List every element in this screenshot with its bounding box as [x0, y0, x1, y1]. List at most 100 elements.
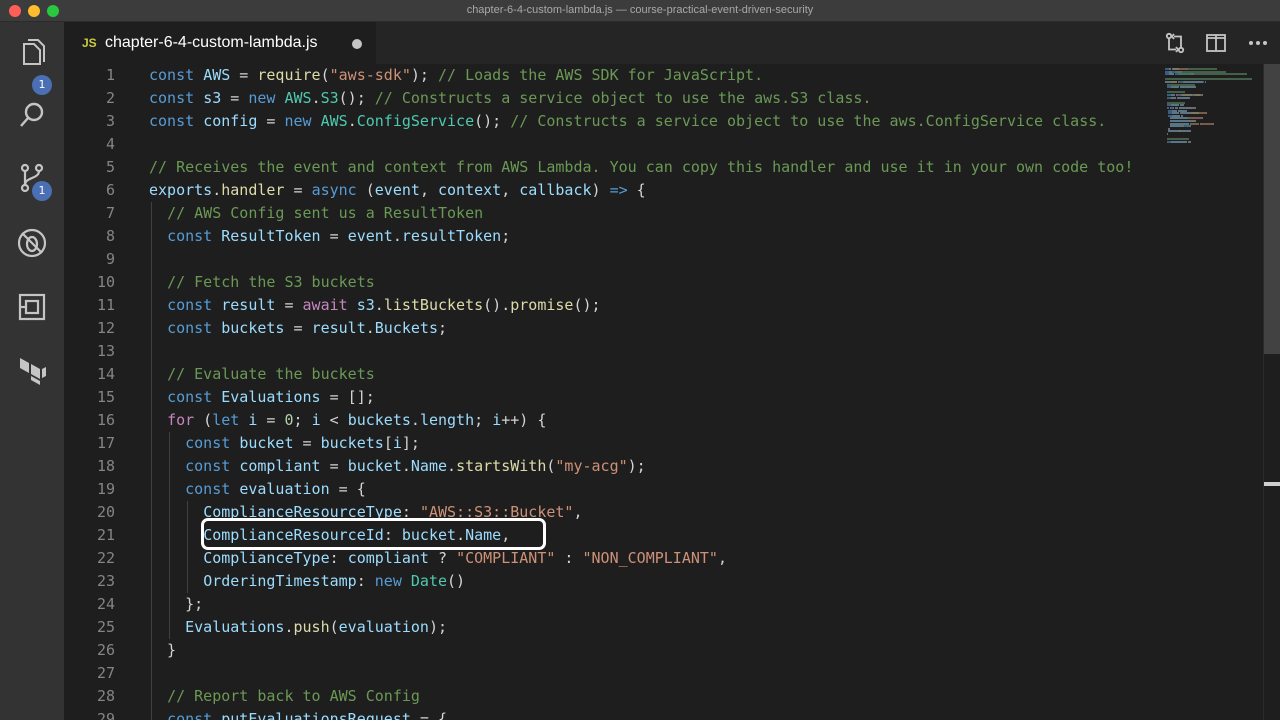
line-number: 15: [96, 388, 115, 406]
code-token: const: [167, 710, 222, 720]
open-changes-icon[interactable]: [1164, 32, 1186, 54]
code-line[interactable]: 14 // Evaluate the buckets: [64, 363, 1264, 386]
code-line[interactable]: 27: [64, 662, 1264, 685]
code-token: exports: [149, 181, 213, 199]
code-token: );: [627, 457, 646, 475]
code-text: const putEvaluationsRequest = {: [149, 708, 447, 720]
minimap-mark: [1202, 81, 1205, 83]
code-line[interactable]: 17 const bucket = buckets[i];: [64, 432, 1264, 455]
code-line[interactable]: 10 // Fetch the S3 buckets: [64, 271, 1264, 294]
code-line[interactable]: 29 const putEvaluationsRequest = {: [64, 708, 1264, 720]
code-line[interactable]: 28 // Report back to AWS Config: [64, 685, 1264, 708]
code-token: .: [347, 112, 357, 130]
code-token: const: [149, 112, 204, 130]
code-token: evaluation: [239, 480, 330, 498]
code-line[interactable]: 9: [64, 248, 1264, 271]
code-line[interactable]: 16 for (let i = 0; i < buckets.length; i…: [64, 409, 1264, 432]
code-token: ?: [428, 549, 457, 567]
code-token: };: [149, 595, 204, 613]
code-line[interactable]: 6 exports.handler = async (event, context…: [64, 179, 1264, 202]
terraform-icon[interactable]: [14, 352, 50, 388]
code-token: (: [356, 181, 375, 199]
code-token: ++) {: [501, 411, 547, 429]
scrollbar-thumb[interactable]: [1264, 64, 1280, 354]
explorer-icon[interactable]: [14, 36, 50, 72]
code-token: = {: [329, 480, 366, 498]
code-token: .: [410, 411, 420, 429]
code-line[interactable]: 3 const config = new AWS.ConfigService();…: [64, 110, 1264, 133]
code-line[interactable]: 4: [64, 133, 1264, 156]
code-line[interactable]: 8 const ResultToken = event.resultToken;: [64, 225, 1264, 248]
code-token: new: [284, 112, 321, 130]
code-token: ();: [573, 296, 601, 314]
line-number: 11: [96, 296, 115, 314]
minimap-mark: [1205, 112, 1208, 115]
minimap-mark: [1166, 133, 1168, 135]
extensions-icon[interactable]: [14, 289, 50, 325]
code-token: // Report back to AWS Config: [167, 687, 420, 705]
minimap-mark: [1168, 130, 1177, 133]
code-line[interactable]: 5 // Receives the event and context from …: [64, 156, 1264, 179]
code-line[interactable]: 18 const compliant = bucket.Name.startsW…: [64, 455, 1264, 478]
code-text: exports.handler = async (event, context,…: [149, 179, 646, 202]
code-line[interactable]: 24 };: [64, 593, 1264, 616]
code-line[interactable]: 19 const evaluation = {: [64, 478, 1264, 501]
search-icon[interactable]: [14, 97, 50, 133]
code-token: // Fetch the S3 buckets: [167, 273, 375, 291]
code-token: :: [383, 526, 402, 544]
code-token: const: [185, 434, 240, 452]
code-token: evaluation: [338, 618, 429, 636]
code-token: await: [302, 296, 357, 314]
debug-icon[interactable]: [14, 225, 50, 261]
code-line[interactable]: 15 const Evaluations = [];: [64, 386, 1264, 409]
code-line[interactable]: 2 const s3 = new AWS.S3(); // Constructs …: [64, 87, 1264, 110]
scrollbar-position-marker: [1264, 482, 1280, 486]
code-token: require: [257, 66, 321, 84]
split-editor-icon[interactable]: [1205, 32, 1227, 54]
code-token: :: [329, 549, 348, 567]
code-line[interactable]: 25 Evaluations.push(evaluation);: [64, 616, 1264, 639]
code-line[interactable]: 13: [64, 340, 1264, 363]
code-token: Name: [410, 457, 448, 475]
code-line[interactable]: 23 OrderingTimestamp: new Date(): [64, 570, 1264, 593]
code-token: :: [356, 572, 375, 590]
line-number: 20: [96, 503, 115, 521]
line-number: 19: [96, 480, 115, 498]
minimap-mark: [1192, 107, 1197, 109]
code-token: =: [284, 181, 312, 199]
code-editor[interactable]: 29 const putEvaluationsRequest = {28 // …: [64, 64, 1264, 720]
line-number: 29: [96, 710, 115, 720]
code-token: const: [185, 480, 240, 498]
minimap-mark: [1181, 73, 1192, 76]
code-token: ,: [573, 503, 583, 521]
line-number: 26: [96, 641, 115, 659]
code-token: "NON_COMPLIANT": [582, 549, 718, 567]
code-line[interactable]: 7 // AWS Config sent us a ResultToken: [64, 202, 1264, 225]
minimap[interactable]: [1163, 64, 1263, 720]
code-token: push: [293, 618, 330, 636]
explorer-badge: 1: [32, 75, 52, 95]
minimap-mark: [1213, 122, 1214, 125]
code-token: compliant: [239, 457, 321, 475]
code-token: ResultToken: [221, 227, 321, 245]
line-number: 10: [96, 273, 115, 291]
code-line[interactable]: 11 const result = await s3.listBuckets()…: [64, 294, 1264, 317]
more-actions-icon[interactable]: [1247, 32, 1269, 54]
code-token: "aws-sdk": [329, 66, 411, 84]
code-line[interactable]: 26 }: [64, 639, 1264, 662]
code-text: }: [149, 639, 176, 662]
tab-chapter-6-4-custom-lambda[interactable]: JS chapter-6-4-custom-lambda.js: [64, 22, 376, 64]
code-token: AWS: [284, 89, 312, 107]
code-token: compliant: [347, 549, 429, 567]
minimap-mark: [1170, 86, 1180, 89]
code-token: );: [428, 618, 448, 636]
code-line[interactable]: 21 ComplianceResourceId: bucket.Name,: [64, 524, 1264, 547]
unsaved-dot-icon[interactable]: [352, 39, 362, 49]
minimap-mark: [1201, 117, 1203, 120]
code-line[interactable]: 22 ComplianceType: compliant ? "COMPLIAN…: [64, 547, 1264, 570]
code-line[interactable]: 1 const AWS = require("aws-sdk"); // Load…: [64, 64, 1264, 87]
code-line[interactable]: 12 const buckets = result.Buckets;: [64, 317, 1264, 340]
code-token: =: [230, 66, 258, 84]
